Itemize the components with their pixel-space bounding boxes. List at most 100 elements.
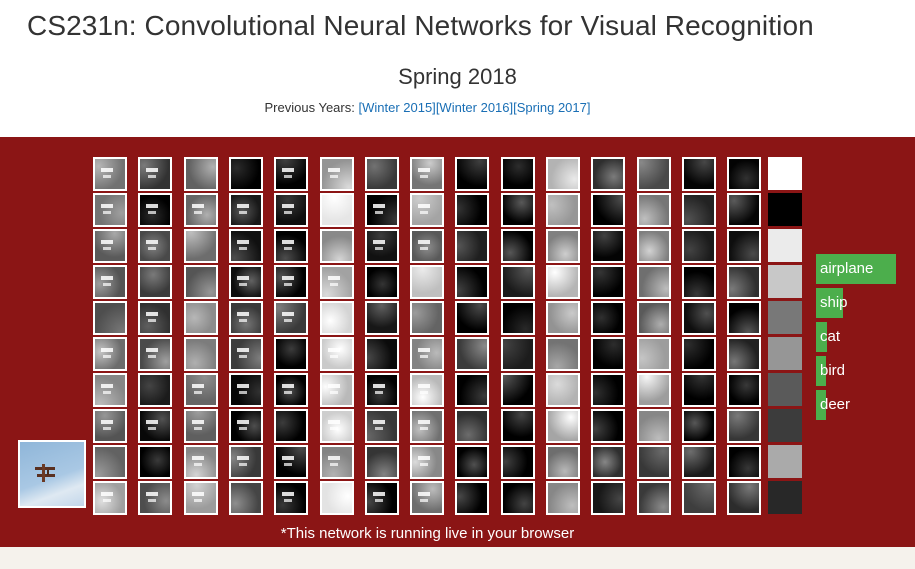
feature-map: [727, 445, 761, 479]
activation-mark: [420, 211, 428, 214]
activation-mark: [375, 499, 383, 502]
activation-mark: [146, 348, 158, 352]
feature-map: [546, 373, 580, 407]
feature-map: [682, 301, 716, 335]
output-unit: [768, 337, 802, 370]
activation-mark: [282, 492, 294, 496]
feature-map: [274, 409, 308, 443]
activation-mark: [237, 384, 249, 388]
feature-map: [138, 157, 172, 191]
feature-map: [637, 193, 671, 227]
feature-map: [229, 157, 263, 191]
feature-map: [682, 445, 716, 479]
feature-map: [138, 445, 172, 479]
link-spring-2017[interactable]: [Spring 2017]: [513, 100, 590, 115]
activation-mark: [282, 276, 294, 280]
activation-mark: [375, 247, 383, 250]
feature-map: [93, 193, 127, 227]
feature-map: [93, 157, 127, 191]
feature-map: [682, 481, 716, 515]
activation-mark: [420, 247, 428, 250]
feature-map: [365, 337, 399, 371]
feature-map: [591, 157, 625, 191]
activation-mark: [284, 391, 292, 394]
activation-mark: [328, 276, 340, 280]
activation-mark: [282, 456, 294, 460]
previous-years: Previous Years: [Winter 2015][Winter 201…: [0, 100, 855, 115]
activation-mark: [373, 204, 385, 208]
output-unit: [768, 229, 802, 262]
activation-mark: [194, 499, 202, 502]
feature-map: [229, 265, 263, 299]
feature-map: [546, 229, 580, 263]
feature-map: [546, 265, 580, 299]
feature-map: [365, 301, 399, 335]
activation-mark: [103, 175, 111, 178]
activation-mark: [103, 355, 111, 358]
feature-map: [229, 337, 263, 371]
output-unit: [768, 409, 802, 442]
link-winter-2015[interactable]: [Winter 2015]: [358, 100, 435, 115]
prediction-ship: ship: [816, 288, 848, 318]
feature-map: [365, 193, 399, 227]
feature-map: [682, 373, 716, 407]
feature-map: [501, 481, 535, 515]
activation-mark: [282, 204, 294, 208]
activation-mark: [103, 247, 111, 250]
feature-map: [455, 337, 489, 371]
feature-map: [138, 373, 172, 407]
activation-mark: [239, 391, 247, 394]
activation-mark: [282, 168, 294, 172]
activation-mark: [192, 420, 204, 424]
feature-map: [501, 265, 535, 299]
feature-map: [501, 337, 535, 371]
feature-map: [229, 445, 263, 479]
feature-map: [93, 445, 127, 479]
feature-map: [455, 265, 489, 299]
activation-mark: [237, 420, 249, 424]
term-subtitle: Spring 2018: [398, 64, 517, 89]
link-winter-2016[interactable]: [Winter 2016]: [436, 100, 513, 115]
activation-mark: [420, 355, 428, 358]
feature-map: [365, 409, 399, 443]
feature-map: [320, 193, 354, 227]
activation-mark: [373, 384, 385, 388]
activation-mark: [148, 319, 156, 322]
feature-map: [184, 265, 218, 299]
activation-mark: [418, 456, 430, 460]
feature-map: [184, 409, 218, 443]
activation-mark: [101, 492, 113, 496]
feature-map: [274, 481, 308, 515]
network-visualization: *This network is running live in your br…: [0, 137, 915, 547]
feature-map: [184, 337, 218, 371]
feature-map: [682, 229, 716, 263]
feature-map: [637, 157, 671, 191]
activation-mark: [284, 247, 292, 250]
activation-mark: [103, 283, 111, 286]
activation-mark: [237, 240, 249, 244]
output-unit: [768, 373, 802, 406]
feature-map: [501, 445, 535, 479]
activation-mark: [328, 168, 340, 172]
feature-map: [682, 157, 716, 191]
activation-mark: [328, 348, 340, 352]
activation-mark: [194, 463, 202, 466]
feature-map: [410, 265, 444, 299]
activation-mark: [192, 204, 204, 208]
activation-mark: [418, 492, 430, 496]
output-unit: [768, 157, 802, 190]
feature-map: [727, 265, 761, 299]
feature-map: [637, 301, 671, 335]
activation-mark: [146, 420, 158, 424]
feature-map: [320, 157, 354, 191]
feature-map: [320, 265, 354, 299]
activation-mark: [328, 456, 340, 460]
feature-map: [637, 373, 671, 407]
activation-mark: [239, 355, 247, 358]
activation-mark: [330, 283, 338, 286]
activation-mark: [237, 456, 249, 460]
feature-map: [320, 409, 354, 443]
activation-mark: [375, 211, 383, 214]
activation-mark: [282, 384, 294, 388]
feature-map: [229, 193, 263, 227]
